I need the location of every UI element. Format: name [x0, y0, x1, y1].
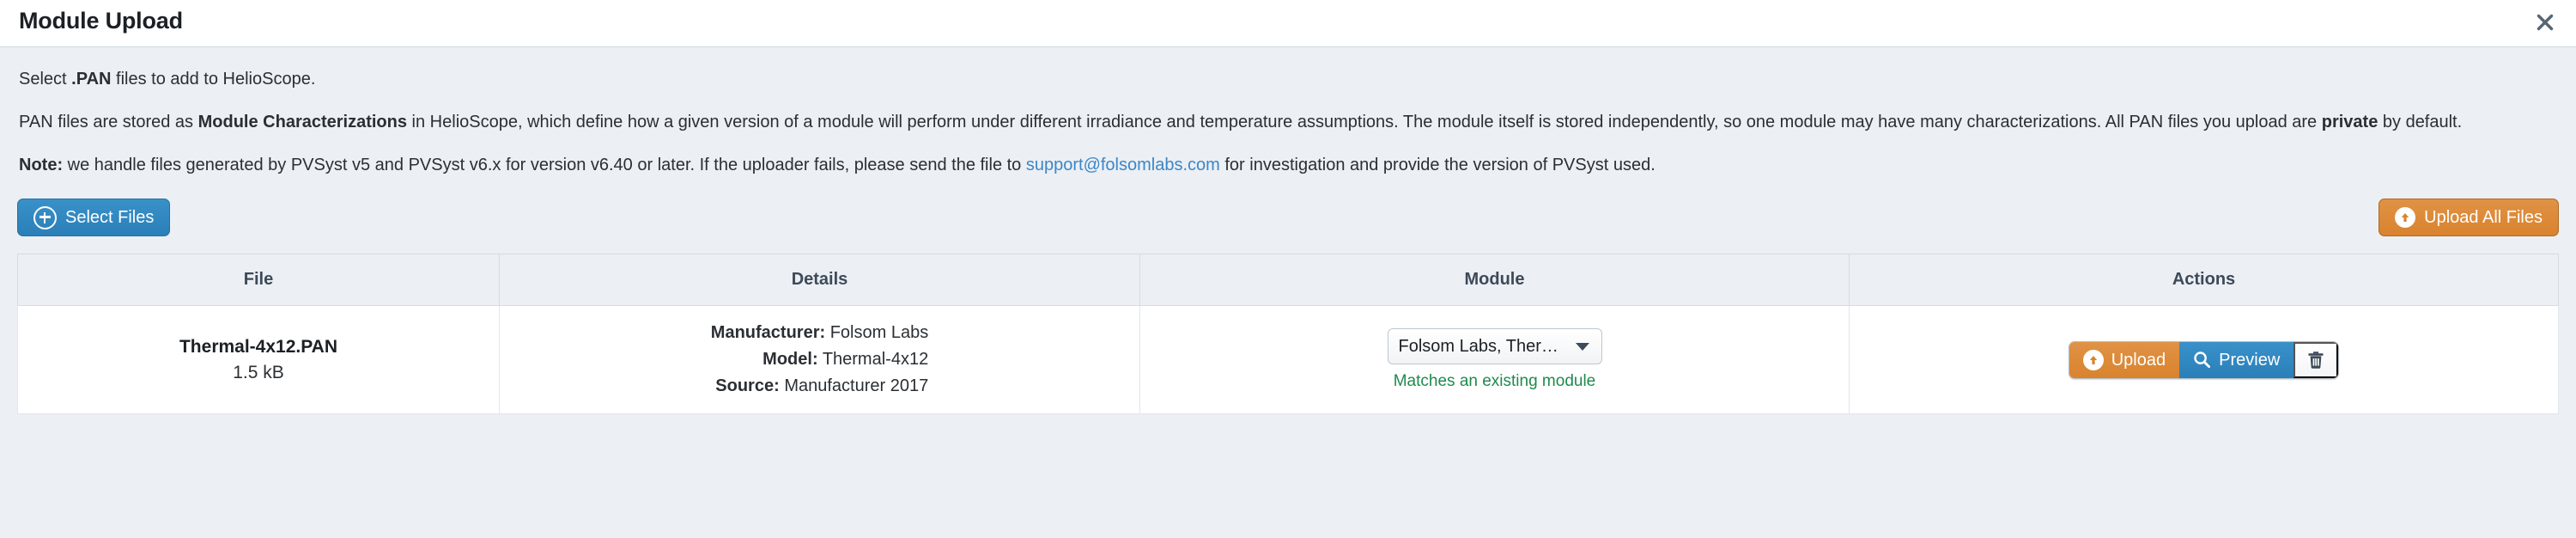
modal-header: Module Upload [0, 0, 2576, 47]
close-icon [2537, 14, 2554, 31]
actions-group: Upload Preview [2068, 340, 2340, 379]
support-email-link[interactable]: support@folsomlabs.com [1026, 156, 1220, 174]
table-row: Thermal-4x12.PAN 1.5 kB Manufacturer: Fo… [17, 305, 2559, 414]
cell-file: Thermal-4x12.PAN 1.5 kB [17, 305, 500, 414]
cell-actions: Upload Preview [1849, 305, 2559, 414]
table-head: File Details Module Actions [17, 254, 2559, 306]
close-button[interactable] [2528, 5, 2562, 40]
intro-line-1-pre: Select [19, 70, 72, 89]
column-header-module: Module [1139, 254, 1850, 306]
select-files-button[interactable]: Select Files [17, 199, 171, 236]
modal-body: Select .PAN files to add to HelioScope. … [0, 47, 2576, 538]
upload-circle-icon [2082, 349, 2104, 370]
note-post: for investigation and provide the versio… [1219, 156, 1656, 174]
intro-paragraph-mid: in HelioScope, which define how a given … [407, 113, 2322, 131]
detail-model-label: Model: [762, 350, 818, 369]
upload-all-files-label: Upload All Files [2424, 208, 2543, 227]
cell-module: Folsom Labs, Thermal-... Matches an exis… [1139, 305, 1850, 414]
preview-button-label: Preview [2219, 350, 2281, 370]
intro-line-1-bold: .PAN [71, 70, 112, 89]
upload-table: File Details Module Actions Thermal-4x12… [17, 254, 2559, 414]
detail-model: Model: Thermal-4x12 [711, 346, 928, 373]
intro-line-1: Select .PAN files to add to HelioScope. [19, 66, 2557, 93]
page-title: Module Upload [19, 8, 183, 34]
upload-button[interactable]: Upload [2069, 341, 2180, 378]
intro-paragraph-bold-2: private [2321, 113, 2379, 131]
note-label: Note: [19, 156, 64, 174]
toolbar: Select Files Upload All Files [17, 195, 2559, 245]
column-header-actions: Actions [1849, 254, 2559, 306]
detail-source: Source: Manufacturer 2017 [711, 373, 928, 400]
file-size: 1.5 kB [233, 362, 284, 382]
intro-paragraph-pre: PAN files are stored as [19, 113, 198, 131]
table-body: Thermal-4x12.PAN 1.5 kB Manufacturer: Fo… [17, 305, 2559, 414]
detail-manufacturer-label: Manufacturer: [710, 323, 826, 342]
detail-model-value: Thermal-4x12 [822, 350, 929, 369]
intro-line-1-post: files to add to HelioScope. [111, 70, 316, 89]
module-cell-inner: Folsom Labs, Thermal-... Matches an exis… [1147, 328, 1842, 391]
module-match-note: Matches an existing module [1393, 372, 1596, 390]
preview-button[interactable]: Preview [2179, 341, 2294, 378]
table-header-row: File Details Module Actions [17, 254, 2559, 306]
module-select[interactable]: Folsom Labs, Thermal-... [1387, 328, 1602, 364]
upload-all-files-button[interactable]: Upload All Files [2379, 199, 2559, 236]
detail-manufacturer-value: Folsom Labs [829, 323, 929, 342]
plus-circle-icon [33, 205, 57, 229]
trash-icon [2308, 351, 2324, 369]
select-files-label: Select Files [65, 208, 155, 227]
detail-manufacturer: Manufacturer: Folsom Labs [711, 320, 928, 346]
intro-block: Select .PAN files to add to HelioScope. … [0, 47, 2576, 179]
column-header-details: Details [499, 254, 1140, 306]
cell-details: Manufacturer: Folsom Labs Model: Thermal… [499, 305, 1140, 414]
detail-source-value: Manufacturer 2017 [784, 376, 929, 395]
details-list: Manufacturer: Folsom Labs Model: Thermal… [711, 320, 928, 400]
delete-button[interactable] [2293, 341, 2339, 378]
upload-circle-icon [2395, 207, 2416, 228]
note-pre: we handle files generated by PVSyst v5 a… [63, 156, 1026, 174]
search-icon [2194, 352, 2211, 368]
module-select-value: Folsom Labs, Thermal-... [1398, 336, 1571, 356]
detail-source-label: Source: [715, 376, 780, 395]
file-name: Thermal-4x12.PAN [179, 336, 338, 357]
column-header-file: File [17, 254, 500, 306]
intro-paragraph-bold-1: Module Characterizations [197, 113, 407, 131]
upload-button-label: Upload [2111, 350, 2166, 370]
intro-paragraph-post: by default. [2378, 113, 2463, 131]
note-line: Note: we handle files generated by PVSys… [19, 152, 2557, 179]
chevron-down-icon [1575, 342, 1589, 351]
intro-paragraph: PAN files are stored as Module Character… [19, 109, 2557, 136]
